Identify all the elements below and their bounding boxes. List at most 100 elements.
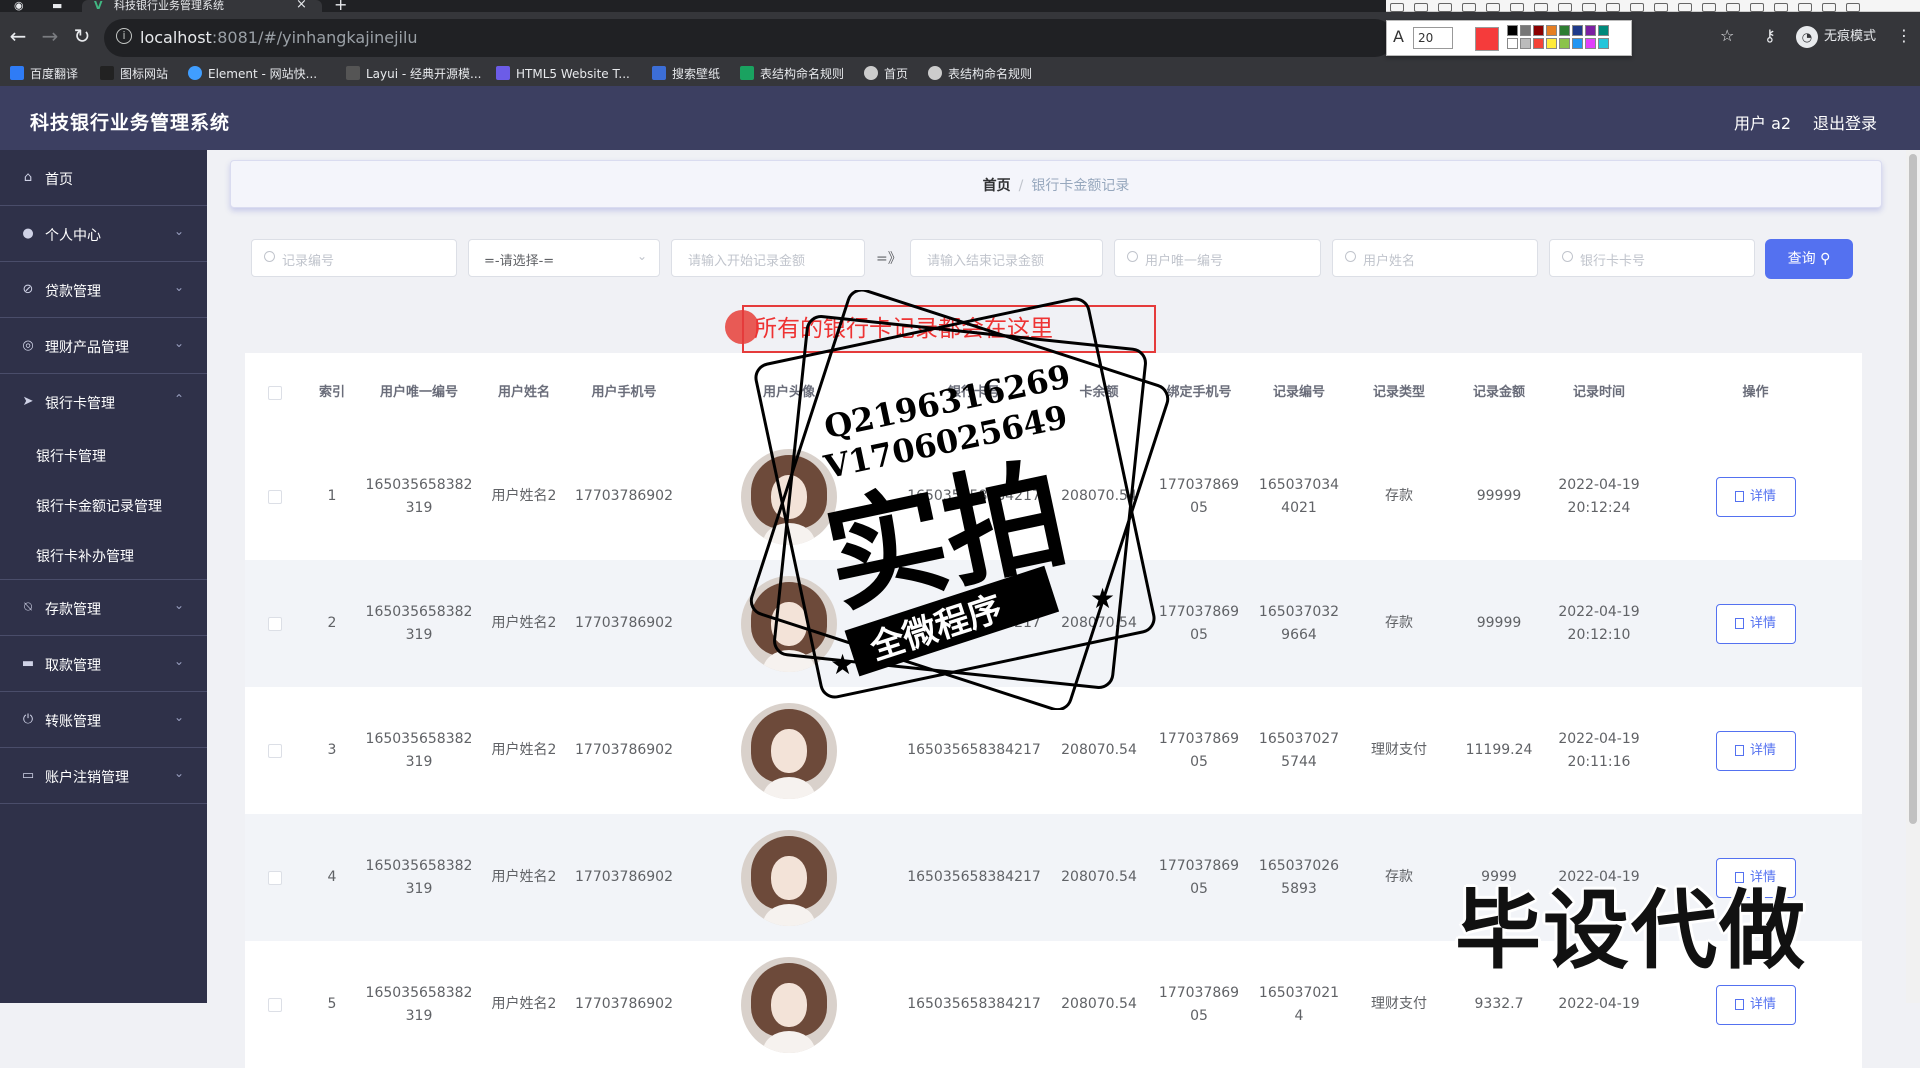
tab-list-icon[interactable]: ▬ [52,0,62,11]
type-value: 理财支付 [1371,742,1427,758]
cell-uid: 165035658382319 [359,560,479,687]
bookmark-item[interactable]: 图标网站 [100,66,168,82]
sidebar-item-deposit[interactable]: ⍉ 存款管理 ⌄ [0,580,207,636]
forward-icon[interactable]: → [38,24,62,48]
password-key-icon[interactable]: ⚷ [1764,26,1776,45]
row-checkbox-cell[interactable] [245,941,305,1068]
current-color-swatch[interactable] [1475,27,1499,51]
name-value: 用户姓名2 [491,742,557,758]
card-no-input[interactable]: 银行卡卡号 [1549,239,1755,277]
index-value: 2 [327,615,337,631]
user-id-input[interactable]: 用户唯一编号 [1114,239,1321,277]
actions-cell: 详情 [1649,687,1862,814]
sidebar-item-account-close[interactable]: ▭ 账户注销管理 ⌄ [0,748,207,804]
browser-menu-icon[interactable]: ◉ [14,0,24,11]
reload-icon[interactable]: ↻ [70,24,94,48]
avatar [741,448,837,545]
record-no-value: 1650370329664 [1258,603,1340,643]
checkbox[interactable] [268,870,282,885]
color-palette[interactable] [1507,25,1627,53]
sidebar-item-withdraw[interactable]: ▬ 取款管理 ⌄ [0,636,207,692]
submenu-card-manage[interactable]: 银行卡管理 [0,430,207,480]
bookmark-item[interactable]: 首页 [864,66,908,82]
detail-button[interactable]: 详情 [1715,730,1796,771]
sidebar: ⌂ 首页 ● 个人中心 ⌄ ⊘ 贷款管理 ⌄ ◎ 理财产品管理 ⌄ ➤ 银行卡管… [0,150,207,1003]
cell-amount: 99999 [1449,560,1549,687]
uid-value: 165035658382319 [365,603,473,643]
checkbox[interactable] [268,489,282,504]
sidebar-item-transfer[interactable]: ⏻ 转账管理 ⌄ [0,692,207,748]
breadcrumb-home[interactable]: 首页 [983,178,1011,194]
sidebar-item-finance[interactable]: ◎ 理财产品管理 ⌄ [0,318,207,374]
checkbox[interactable] [268,616,282,631]
bookmark-item[interactable]: Layui - 经典开源模... [346,66,481,82]
avatar-cell [679,941,899,1068]
detail-button[interactable]: 详情 [1715,984,1796,1025]
amount-start-input[interactable]: 请输入开始记录金额 [671,239,865,277]
cell-record-no: 1650370275744 [1249,687,1349,814]
phone-value: 17703786902 [575,615,673,631]
checkbox[interactable] [268,997,282,1012]
bookmark-item[interactable]: 百度翻译 [10,66,78,82]
actions-cell: 详情 [1649,433,1862,560]
balance-value: 208070.54 [1061,488,1137,504]
user-name-input[interactable]: 用户姓名 [1332,239,1538,277]
record-no-input[interactable]: 记录编号 [251,239,457,277]
account-icon: ▭ [21,768,35,783]
logout-link[interactable]: 退出登录 [1813,110,1877,134]
column-header: 用户头像 [762,385,815,400]
back-icon[interactable]: ← [6,24,30,48]
search-icon [1562,251,1573,262]
name-value: 用户姓名2 [491,996,557,1012]
checkbox[interactable] [268,743,282,758]
row-checkbox-cell[interactable] [245,560,305,687]
detail-button[interactable]: 详情 [1715,476,1796,517]
cell-name: 用户姓名2 [479,433,569,560]
select-all-checkbox[interactable] [245,353,305,433]
scrollbar-thumb[interactable] [1909,154,1917,824]
query-button[interactable]: 查询 ⚲ [1765,239,1853,279]
row-checkbox-cell[interactable] [245,814,305,941]
avatar-cell [679,687,899,814]
font-size-select[interactable]: 20 [1413,27,1453,49]
cell-phone: 17703786902 [569,941,679,1068]
bookmark-item[interactable]: 表结构命名规则 [740,66,844,82]
sidebar-item-profile[interactable]: ● 个人中心 ⌄ [0,206,207,262]
sidebar-item-loan[interactable]: ⊘ 贷款管理 ⌄ [0,262,207,318]
type-value: 存款 [1385,615,1413,631]
name-value: 用户姓名2 [491,869,557,885]
bind-phone-value: 17703786905 [1158,476,1240,516]
amount-end-input[interactable]: 请输入结束记录金额 [910,239,1103,277]
cell-name: 用户姓名2 [479,687,569,814]
browser-tab-active[interactable]: V 科技银行业务管理系统 [82,0,322,12]
cell-record-no: 1650370329664 [1249,560,1349,687]
current-user: 用户 a2 [1734,114,1792,133]
site-info-icon[interactable]: i [116,28,132,44]
submenu-card-reissue[interactable]: 银行卡补办管理 [0,530,207,580]
vue-favicon-icon: V [94,0,103,12]
incognito-indicator[interactable]: ◔ 无痕模式 [1796,25,1876,48]
bookmark-item[interactable]: 搜索壁纸 [652,66,720,82]
bookmark-item[interactable]: HTML5 Website T... [496,66,630,82]
bookmark-item[interactable]: 表结构命名规则 [928,66,1032,82]
record-type-select[interactable]: =-请选择-= ⌄ [468,239,660,277]
row-checkbox-cell[interactable] [245,687,305,814]
search-icon [264,251,275,262]
sidebar-item-home[interactable]: ⌂ 首页 [0,150,207,206]
sidebar-item-card[interactable]: ➤ 银行卡管理 ⌃ [0,374,207,430]
address-bar[interactable]: i localhost:8081/#/yinhangkajinejilu [104,19,1394,57]
finance-icon: ◎ [22,338,34,353]
bookmark-star-icon[interactable]: ☆ [1720,26,1734,45]
detail-button[interactable]: 详情 [1715,603,1796,644]
row-checkbox-cell[interactable] [245,433,305,560]
tab-close-icon[interactable]: × [296,0,307,11]
breadcrumb-current: 银行卡金额记录 [1031,178,1130,194]
browser-menu-dots-icon[interactable]: ⋮ [1896,26,1912,45]
page-scrollbar[interactable] [1906,150,1920,1003]
checkbox[interactable] [268,386,282,400]
bookmark-favicon-icon [188,66,202,80]
submenu-card-amount-records[interactable]: 银行卡金额记录管理 [0,480,207,530]
watermark-corner-text: 毕设代做 [1455,881,1807,981]
bookmark-item[interactable]: Element - 网站快... [188,66,317,82]
sidebar-item-label: 个人中心 [45,228,101,244]
